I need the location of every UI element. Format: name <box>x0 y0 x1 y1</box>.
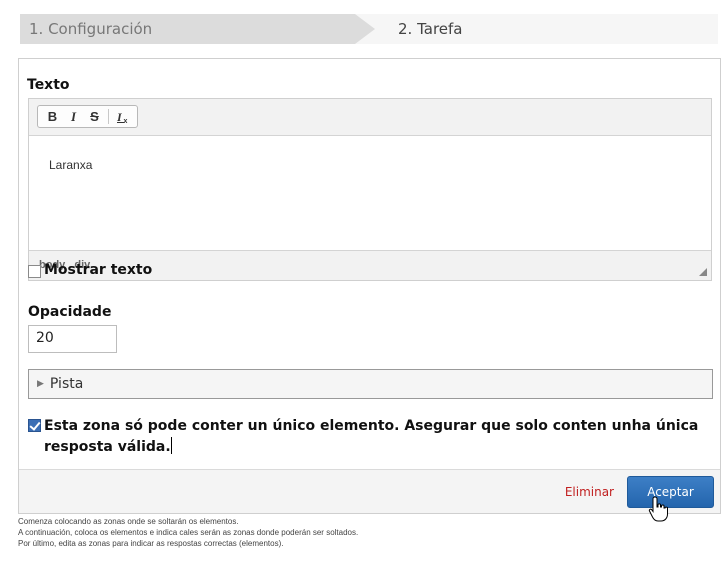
single-element-checkbox[interactable] <box>28 419 41 432</box>
instruction-line: Por último, edita as zonas para indicar … <box>18 539 284 548</box>
mostrar-texto-label[interactable]: Mostrar texto <box>44 262 152 278</box>
texto-label: Texto <box>27 77 70 93</box>
svg-text:I: I <box>116 110 123 124</box>
resize-handle-icon[interactable] <box>699 268 707 276</box>
accept-button[interactable]: Aceptar <box>627 476 714 508</box>
opacidade-label: Opacidade <box>28 304 112 320</box>
opacidade-input[interactable]: 20 <box>28 325 117 353</box>
instructions-text: Comenza colocando as zonas onde se solta… <box>18 516 358 549</box>
toolbar-separator <box>108 109 109 124</box>
single-element-label[interactable]: Esta zona só pode conter un único elemen… <box>44 416 714 458</box>
italic-button[interactable]: I <box>63 106 84 127</box>
text-caret <box>170 437 172 454</box>
svg-text:x: x <box>123 118 127 124</box>
editor-toolbar: B I S I x <box>29 99 711 136</box>
hand-pointer-icon <box>648 496 668 522</box>
zone-editor-dialog: Texto B I S I x Laranxa body div Mostrar… <box>18 58 721 514</box>
dialog-footer: Eliminar Aceptar <box>19 469 720 513</box>
mostrar-texto-row: Mostrar texto <box>28 262 152 278</box>
step-configuracion[interactable]: 1. Configuración <box>20 14 375 44</box>
pista-collapsible[interactable]: ▶ Pista <box>28 369 713 399</box>
step-bar: 1. Configuración 2. Tarefa <box>20 14 718 44</box>
bold-button[interactable]: B <box>42 106 63 127</box>
mostrar-texto-checkbox[interactable] <box>28 265 41 278</box>
strikethrough-button[interactable]: S <box>84 106 105 127</box>
pista-label: Pista <box>49 376 84 392</box>
delete-button[interactable]: Eliminar <box>565 485 614 499</box>
single-element-zone-row: Esta zona só pode conter un único elemen… <box>28 416 714 458</box>
instruction-line: Comenza colocando as zonas onde se solta… <box>18 517 239 526</box>
step-tarefa[interactable]: 2. Tarefa <box>398 14 463 44</box>
rich-text-editor: B I S I x Laranxa body div <box>28 98 712 281</box>
instruction-line: A continuación, coloca os elementos e in… <box>18 528 359 537</box>
clear-formatting-button[interactable]: I x <box>112 106 133 127</box>
editor-content-area[interactable]: Laranxa <box>29 136 711 248</box>
chevron-right-icon: ▶ <box>37 379 44 389</box>
remove-format-icon: I x <box>116 110 128 124</box>
formatting-group: B I S I x <box>37 105 138 128</box>
